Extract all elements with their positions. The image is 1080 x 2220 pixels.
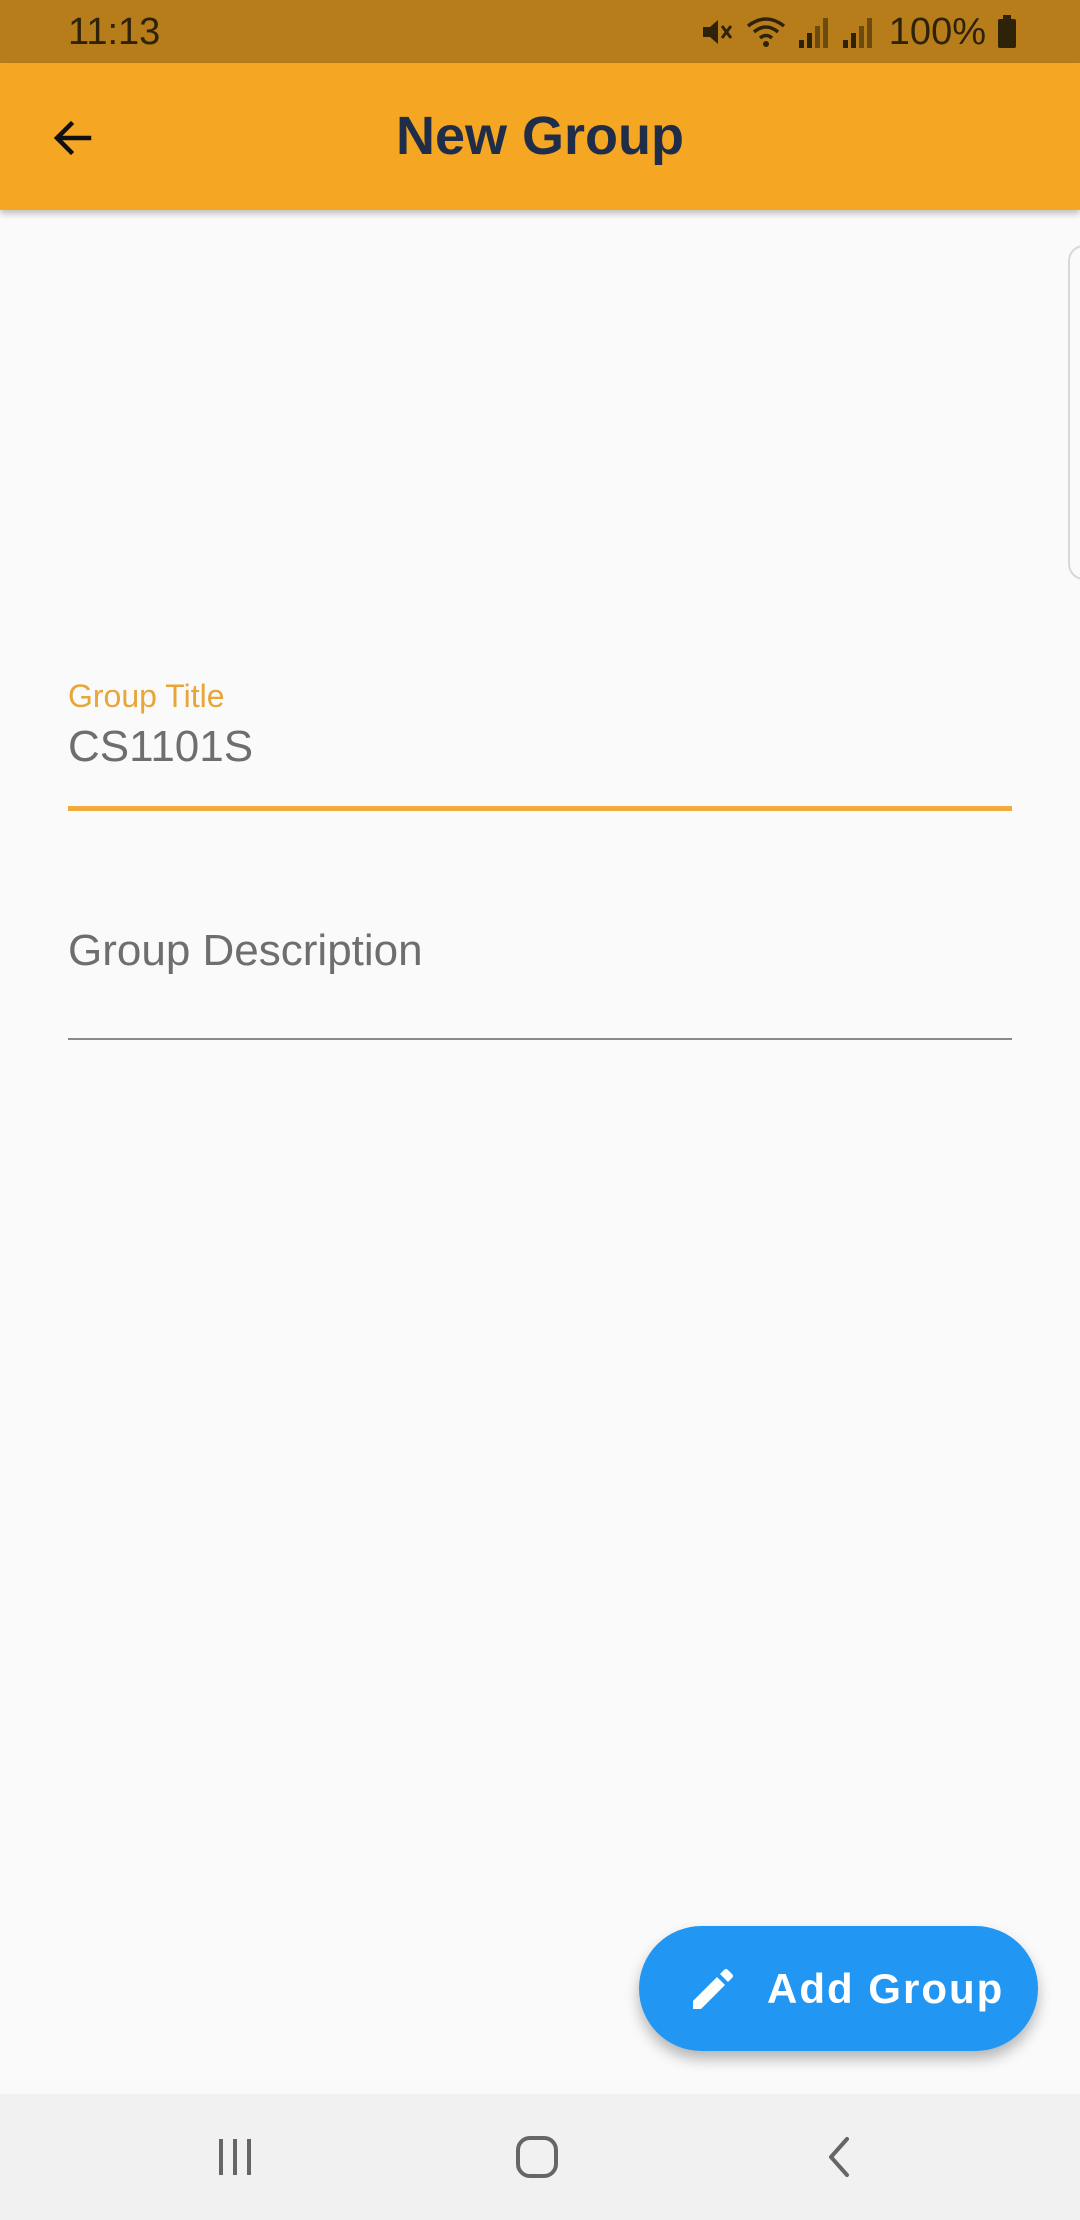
navigation-bar bbox=[0, 2094, 1080, 2220]
group-title-underline bbox=[68, 806, 1012, 811]
group-title-field[interactable]: Group Title bbox=[68, 672, 1012, 812]
battery-icon bbox=[996, 14, 1018, 50]
status-time: 11:13 bbox=[68, 11, 161, 53]
group-description-field[interactable]: Group Description bbox=[68, 920, 1012, 1042]
back-icon bbox=[829, 2137, 849, 2177]
recents-button[interactable] bbox=[200, 2124, 270, 2190]
add-group-button[interactable]: Add Group bbox=[639, 1926, 1038, 2051]
battery-percent: 100% bbox=[888, 11, 986, 53]
app-bar: New Group bbox=[0, 63, 1080, 210]
home-icon bbox=[516, 2136, 558, 2178]
back-button[interactable] bbox=[38, 103, 108, 173]
add-group-label: Add Group bbox=[767, 1965, 1005, 2012]
recents-icon bbox=[219, 2139, 251, 2175]
pencil-icon bbox=[693, 1969, 733, 2009]
screen: 11:13 100% New Group Group Title CS1101S… bbox=[0, 0, 1080, 2220]
signal-icon bbox=[797, 14, 831, 50]
wifi-icon bbox=[745, 14, 787, 50]
edge-panel-handle[interactable] bbox=[1068, 245, 1080, 580]
home-button[interactable] bbox=[502, 2124, 572, 2190]
group-title-label: Group Title bbox=[68, 678, 225, 714]
group-description-underline bbox=[68, 1038, 1012, 1040]
group-title-input[interactable] bbox=[68, 722, 1012, 772]
status-icons: 100% bbox=[699, 10, 1018, 54]
nav-back-button[interactable] bbox=[804, 2124, 874, 2190]
page-title: New Group bbox=[395, 106, 684, 166]
arrow-left-icon bbox=[53, 120, 92, 156]
group-description-input[interactable]: Group Description bbox=[68, 926, 423, 976]
signal-icon bbox=[841, 14, 875, 50]
mute-icon bbox=[699, 14, 735, 50]
status-bar: 11:13 100% bbox=[0, 0, 1080, 63]
